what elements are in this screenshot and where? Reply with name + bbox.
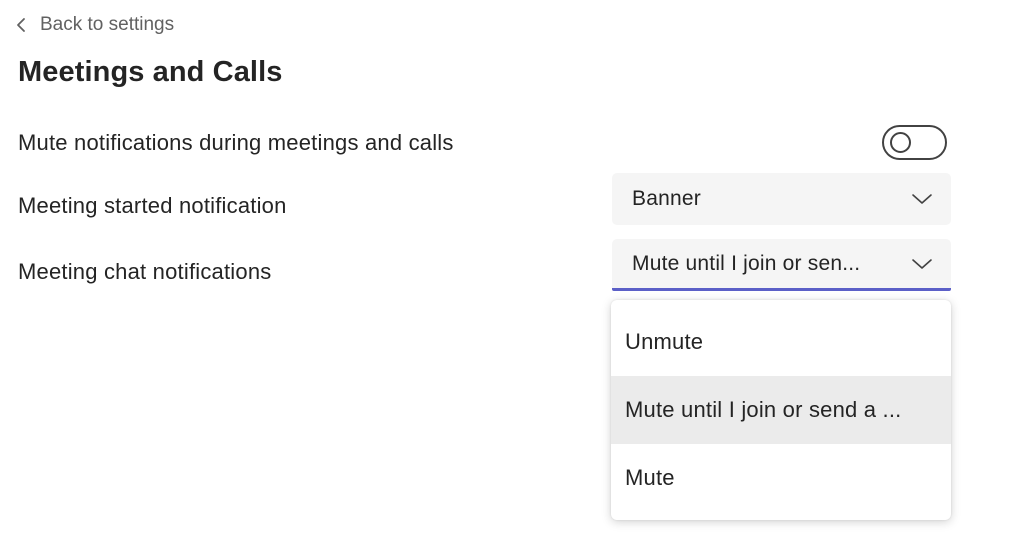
- dropdown-option-mute[interactable]: Mute: [611, 444, 951, 512]
- settings-page: Back to settings Meetings and Calls Mute…: [0, 0, 1024, 554]
- meeting-chat-dropdown-menu: Unmute Mute until I join or send a ... M…: [611, 300, 951, 520]
- dropdown-option-unmute[interactable]: Unmute: [611, 308, 951, 376]
- back-to-settings-link[interactable]: Back to settings: [14, 10, 174, 40]
- meeting-started-label: Meeting started notification: [18, 193, 287, 218]
- toggle-knob: [890, 132, 911, 153]
- dropdown-option-mute-until-join[interactable]: Mute until I join or send a ...: [611, 376, 951, 444]
- page-title: Meetings and Calls: [18, 56, 283, 88]
- meeting-chat-select[interactable]: Mute until I join or sen...: [612, 239, 951, 291]
- chevron-down-icon: [912, 194, 932, 204]
- chevron-left-icon: [17, 18, 25, 32]
- chevron-down-icon: [912, 258, 932, 269]
- meeting-started-value: Banner: [632, 187, 701, 210]
- back-link-label: Back to settings: [40, 14, 175, 35]
- mute-notifications-label: Mute notifications during meetings and c…: [18, 130, 454, 155]
- meeting-chat-label: Meeting chat notifications: [18, 259, 272, 284]
- meeting-chat-value: Mute until I join or sen...: [632, 251, 861, 275]
- mute-notifications-toggle[interactable]: [882, 125, 947, 160]
- meeting-started-select[interactable]: Banner: [612, 173, 951, 225]
